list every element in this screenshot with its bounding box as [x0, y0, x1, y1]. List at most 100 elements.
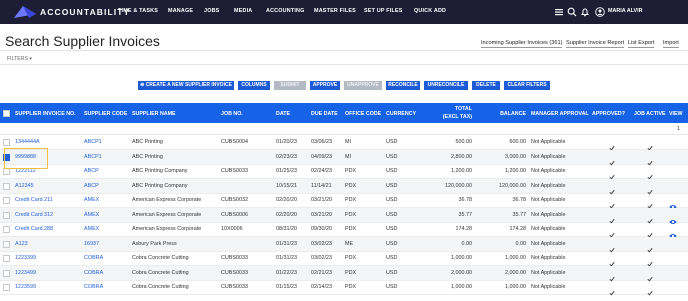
invoice-no-link[interactable]: 1223499 [15, 270, 36, 276]
nav-master-files[interactable]: MASTER FILES [314, 8, 356, 14]
nav-set-up-files[interactable]: SET UP FILES [364, 8, 403, 14]
submit-button[interactable]: SUBMIT [274, 81, 306, 90]
eye-icon[interactable] [669, 197, 677, 209]
nav-jobs[interactable]: JOBS [204, 8, 219, 14]
unreconcile-button[interactable]: UNRECONCILE [424, 81, 468, 90]
table-row[interactable]: 1222112 ABCP ABC Printing Company CUBS0033 0… [0, 164, 688, 180]
supplier-code-link[interactable]: AMEX [84, 197, 99, 203]
job-active-check-icon [647, 138, 653, 151]
supplier-code-link[interactable]: COBRA [84, 284, 103, 290]
col-invoice-no[interactable]: SUPPLIER INVOICE NO. [15, 111, 76, 117]
invoice-no-link[interactable]: 1344444A [15, 139, 40, 145]
brand-logo[interactable]: ACCOUNTABILITY [14, 5, 130, 19]
eye-icon[interactable] [669, 212, 677, 224]
col-balance[interactable]: BALANCE [490, 111, 526, 117]
col-due-date[interactable]: DUE DATE [311, 111, 338, 117]
col-currency[interactable]: CURRENCY [386, 111, 416, 117]
delete-button[interactable]: DELETE [472, 81, 500, 90]
col-office-code[interactable]: OFFICE CODE [345, 111, 381, 117]
supplier-code-link[interactable]: ABCP1 [84, 154, 102, 160]
col-manager-approval[interactable]: MANAGER APPROVAL [531, 111, 589, 117]
table-row[interactable]: 1223599 COBRA Cobra Concrete Cutting CUBS00… [0, 280, 688, 296]
supplier-code-link[interactable]: COBRA [84, 255, 103, 261]
import-link[interactable]: Import [663, 40, 679, 48]
eye-icon[interactable] [669, 226, 677, 238]
col-supplier-name[interactable]: SUPPLIER NAME [132, 111, 176, 117]
row-select-checkbox[interactable] [3, 211, 10, 219]
supplier-code-link[interactable]: AMEX [84, 226, 99, 232]
invoice-no-link[interactable]: 9999888 [15, 154, 36, 160]
balance-amount: 36.78 [512, 197, 527, 203]
row-select-checkbox[interactable] [3, 269, 10, 277]
col-job-active[interactable]: JOB ACTIVE [634, 111, 666, 117]
invoice-report-link[interactable]: Supplier Invoice Report [566, 40, 625, 48]
nav-quick-add[interactable]: QUICK ADD [414, 8, 446, 14]
row-select-checkbox[interactable] [3, 226, 10, 233]
top-nav: ACCOUNTABILITY TIME & TASKS MANAGE JOBS … [0, 0, 688, 24]
supplier-code-link[interactable]: 16937 [84, 241, 99, 247]
list-export-link[interactable]: List Export [628, 40, 655, 48]
col-view[interactable]: VIEW [669, 111, 683, 117]
nav-time-tasks[interactable]: TIME & TASKS [118, 8, 158, 14]
bell-icon[interactable] [580, 7, 590, 17]
row-select-checkbox[interactable] [3, 153, 10, 161]
table-row[interactable]: Credit Card 211 AMEX American Express Corp… [0, 193, 688, 209]
approve-button[interactable]: APPROVE [310, 81, 340, 90]
supplier-code-link[interactable]: ABCP1 [84, 139, 102, 145]
row-select-checkbox[interactable] [3, 284, 10, 291]
supplier-code-link[interactable]: COBRA [84, 270, 103, 276]
create-invoice-button[interactable]: ⊕ CREATE A NEW SUPPLIER INVOICE [138, 81, 234, 90]
invoice-no-link[interactable]: 1223399 [15, 255, 36, 261]
supplier-name: Asbury Park Press [132, 240, 177, 247]
col-date[interactable]: DATE [276, 111, 290, 117]
row-select-checkbox[interactable] [3, 139, 10, 146]
table-row[interactable]: A12345 ABCP ABC Printing Company 10/15/21 11… [0, 178, 688, 195]
table-row[interactable]: 1344444A ABCP1 ABC Printing CUBS0004 01/20/2… [0, 135, 688, 151]
row-select-checkbox[interactable] [3, 197, 10, 204]
col-approved[interactable]: APPROVED? [592, 111, 625, 117]
table-row[interactable]: 1223399 COBRA Cobra Concrete Cutting CUBS00… [0, 251, 688, 267]
user-name[interactable]: MARIA ALVIR [608, 8, 643, 14]
total-amount: 500.00 [455, 139, 473, 145]
invoice-no-link[interactable]: Credit Card 288 [15, 226, 53, 232]
office-code: PDX [345, 269, 357, 276]
row-select-checkbox[interactable] [3, 255, 10, 262]
unapprove-button[interactable]: UNAPPROVE [344, 81, 382, 90]
invoice-date: 02/23/23 [276, 153, 297, 160]
table-row[interactable]: A123 16937 Asbury Park Press 01/31/23 03/02/… [0, 236, 688, 253]
filters-toggle[interactable]: FILTERS ▾ [7, 56, 32, 62]
invoice-no-link[interactable]: Credit Card 312 [15, 212, 53, 218]
row-select-checkbox[interactable] [3, 240, 10, 248]
table-row[interactable]: Credit Card 312 AMEX American Express Corp… [0, 207, 688, 224]
col-total[interactable]: TOTAL [430, 106, 472, 112]
clear-filters-button[interactable]: CLEAR FILTERS [504, 81, 550, 90]
table-row[interactable]: Credit Card 288 AMEX American Express Corp… [0, 222, 688, 238]
search-icon[interactable] [567, 7, 577, 17]
invoice-no-link[interactable]: 1223599 [15, 284, 36, 290]
invoice-no-link[interactable]: Credit Card 211 [15, 197, 53, 203]
supplier-code-link[interactable]: ABCP [84, 168, 99, 174]
approved-check-icon [609, 211, 615, 224]
supplier-code-link[interactable]: ABCP [84, 183, 99, 189]
nav-media[interactable]: MEDIA [234, 8, 252, 14]
supplier-code-link[interactable]: AMEX [84, 212, 99, 218]
invoice-no-link[interactable]: A123 [15, 241, 28, 247]
nav-manage[interactable]: MANAGE [168, 8, 193, 14]
table-row[interactable]: 9999888 ABCP1 ABC Printing 02/23/23 04/09/23… [0, 149, 688, 166]
select-all-checkbox[interactable] [3, 110, 10, 117]
menu-icon[interactable] [554, 7, 564, 17]
columns-button[interactable]: COLUMNS [238, 81, 270, 90]
col-job-no[interactable]: JOB NO. [221, 111, 243, 117]
nav-accounting[interactable]: ACCOUNTING [266, 8, 305, 14]
row-select-checkbox[interactable] [3, 182, 10, 190]
reconcile-button[interactable]: RECONCILE [386, 81, 420, 90]
table-row[interactable]: 1223499 COBRA Cobra Concrete Cutting CUBS00… [0, 265, 688, 282]
user-icon[interactable] [595, 7, 605, 17]
page-number[interactable]: 1 [677, 126, 680, 132]
incoming-invoices-link[interactable]: Incoming Supplier Invoices (361) [481, 40, 563, 48]
row-select-checkbox[interactable] [3, 168, 10, 175]
supplier-name: American Express Corporate [132, 211, 202, 218]
invoice-no-link[interactable]: A12345 [15, 183, 34, 189]
invoice-no-link[interactable]: 1222112 [15, 168, 36, 174]
col-supplier-code[interactable]: SUPPLIER CODE [84, 111, 127, 117]
